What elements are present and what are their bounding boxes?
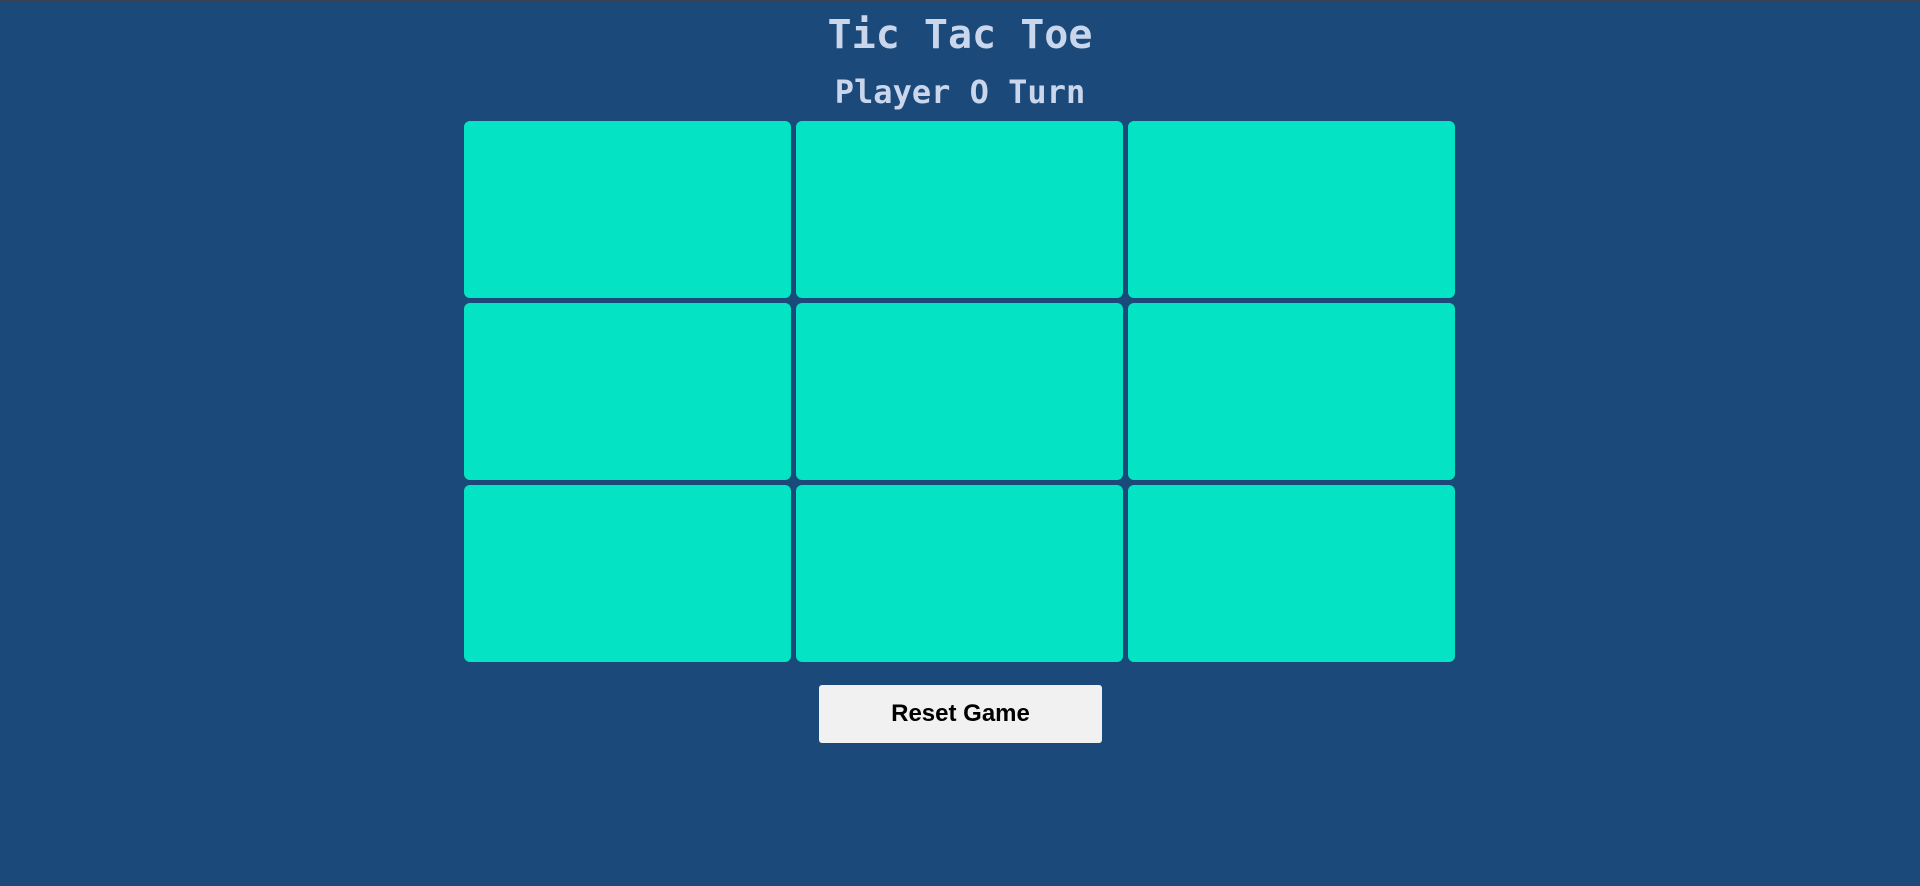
reset-game-button[interactable]: Reset Game (819, 685, 1102, 743)
game-board (464, 121, 1457, 662)
board-cell[interactable] (796, 303, 1123, 480)
board-cell[interactable] (1128, 121, 1455, 298)
board-cell[interactable] (796, 485, 1123, 662)
board-cell[interactable] (796, 121, 1123, 298)
board-cell[interactable] (464, 121, 791, 298)
board-cell[interactable] (1128, 303, 1455, 480)
game-title: Tic Tac Toe (827, 12, 1093, 58)
board-cell[interactable] (464, 485, 791, 662)
board-cell[interactable] (1128, 485, 1455, 662)
turn-status: Player O Turn (834, 73, 1086, 111)
board-cell[interactable] (464, 303, 791, 480)
